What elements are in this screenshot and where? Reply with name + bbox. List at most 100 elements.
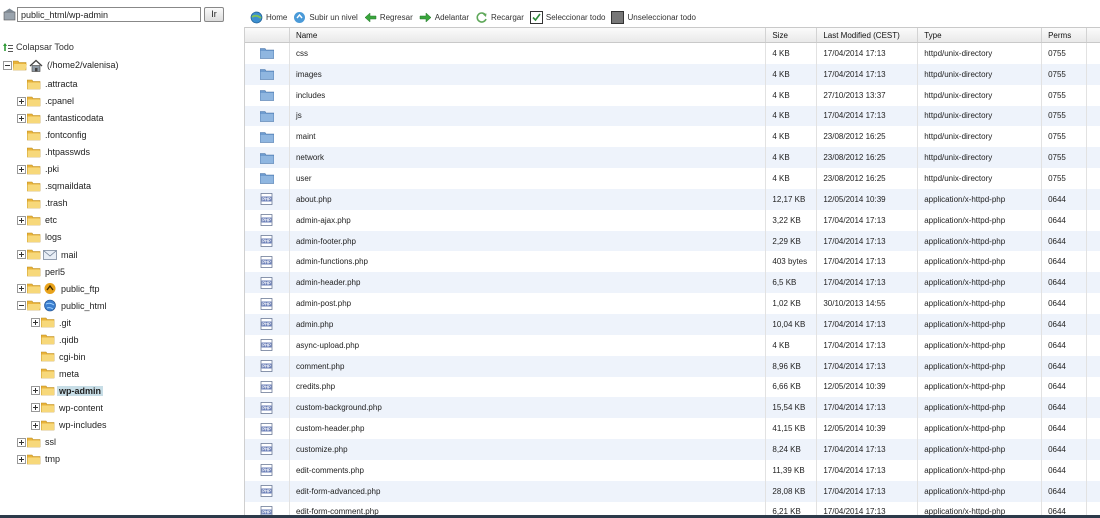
back-button[interactable]: Regresar xyxy=(364,8,413,26)
go-button[interactable]: Ir xyxy=(204,7,224,22)
tree-node-mail[interactable]: mail xyxy=(17,248,80,262)
file-name[interactable]: admin-footer.php xyxy=(290,230,767,252)
tree-node-perl5[interactable]: perl5 xyxy=(17,265,67,279)
file-name[interactable]: admin-header.php xyxy=(290,272,767,294)
tree-node-wp-admin[interactable]: wp-admin xyxy=(31,384,103,398)
file-name[interactable]: custom-header.php xyxy=(290,418,767,440)
table-row[interactable]: images 4 KB 17/04/2014 17:13 httpd/unix-dir… xyxy=(245,63,1100,85)
file-name[interactable]: includes xyxy=(290,84,767,106)
forward-button[interactable]: Adelantar xyxy=(419,8,469,26)
collapse-all-link[interactable]: Colapsar Todo xyxy=(3,41,74,53)
collapse-toggle-icon[interactable] xyxy=(17,301,26,311)
file-name[interactable]: async-upload.php xyxy=(290,334,767,356)
file-name[interactable]: network xyxy=(290,147,767,169)
home-button[interactable]: Home xyxy=(250,8,287,26)
tree-node-public_html[interactable]: public_html xyxy=(17,299,109,313)
expand-toggle-icon[interactable] xyxy=(17,113,26,123)
tree-node-dot-attracta[interactable]: .attracta xyxy=(17,77,80,91)
tree-node-dot-qidb[interactable]: .qidb xyxy=(31,333,81,347)
tree-node-tmp[interactable]: tmp xyxy=(17,452,62,466)
file-name[interactable]: maint xyxy=(290,126,767,148)
tree-node-logs[interactable]: logs xyxy=(17,230,64,244)
file-name[interactable]: js xyxy=(290,105,767,127)
expand-toggle-icon[interactable] xyxy=(31,386,40,396)
tree-node-etc[interactable]: etc xyxy=(17,213,59,227)
table-row[interactable]: PHP credits.php 6,66 KB 12/05/2014 10:39 app… xyxy=(245,376,1100,398)
table-row[interactable]: PHP async-upload.php 4 KB 17/04/2014 17:13 a… xyxy=(245,334,1100,356)
type-icon-cell: PHP xyxy=(245,293,290,314)
table-row[interactable]: maint 4 KB 23/08/2012 16:25 httpd/unix-dire… xyxy=(245,126,1100,148)
tree-node-wp-content[interactable]: wp-content xyxy=(31,401,105,415)
file-name[interactable]: admin.php xyxy=(290,313,767,335)
file-name[interactable]: admin-functions.php xyxy=(290,251,767,273)
file-name[interactable]: admin-ajax.php xyxy=(290,209,767,231)
path-input[interactable] xyxy=(17,7,201,22)
expand-toggle-icon[interactable] xyxy=(17,284,26,294)
table-row[interactable]: PHP edit-comments.php 11,39 KB 17/04/2014 1… xyxy=(245,459,1100,481)
table-row[interactable]: PHP comment.php 8,96 KB 17/04/2014 17:13 app… xyxy=(245,355,1100,377)
tree-node-dot-fontconfig[interactable]: .fontconfig xyxy=(17,128,89,142)
file-name[interactable]: admin-post.php xyxy=(290,293,767,314)
tree-node-cgi-bin[interactable]: cgi-bin xyxy=(31,350,88,364)
table-row[interactable]: PHP about.php 12,17 KB 12/05/2014 10:39 appl… xyxy=(245,188,1100,210)
tree-node-wp-includes[interactable]: wp-includes xyxy=(31,418,109,432)
file-name[interactable]: credits.php xyxy=(290,376,767,398)
expand-toggle-icon[interactable] xyxy=(17,250,26,259)
file-name[interactable]: comment.php xyxy=(290,355,767,377)
expand-toggle-icon[interactable] xyxy=(31,420,40,430)
file-perms: 0644 xyxy=(1042,376,1088,398)
tree-node-dot-fantasticodata[interactable]: .fantasticodata xyxy=(17,111,106,125)
table-row[interactable]: user 4 KB 23/08/2012 16:25 httpd/unix-direc… xyxy=(245,168,1100,189)
table-row[interactable]: PHP edit-form-advanced.php 28,08 KB 17/04/2… xyxy=(245,480,1100,502)
table-row[interactable]: PHP admin-header.php 6,5 KB 17/04/2014 17:1… xyxy=(245,272,1100,294)
table-row[interactable]: PHP admin-post.php 1,02 KB 30/10/2013 14:55… xyxy=(245,293,1100,314)
file-name[interactable]: css xyxy=(290,43,767,64)
reload-button[interactable]: Recargar xyxy=(475,8,524,26)
expand-toggle-icon[interactable] xyxy=(17,164,26,174)
table-row[interactable]: PHP customize.php 8,24 KB 17/04/2014 17:13 a… xyxy=(245,439,1100,460)
tree-node-meta[interactable]: meta xyxy=(31,367,81,381)
tree-node-ssl[interactable]: ssl xyxy=(17,435,58,449)
table-row[interactable]: PHP custom-background.php 15,54 KB 17/04/20… xyxy=(245,397,1100,419)
modified-column-header[interactable]: Last Modified (CEST) xyxy=(817,28,919,42)
file-type: application/x-httpd-php xyxy=(918,293,1043,314)
tree-node-dot-pki[interactable]: .pki xyxy=(17,162,61,176)
file-name[interactable]: edit-form-advanced.php xyxy=(290,480,767,502)
perms-column-header[interactable]: Perms xyxy=(1042,28,1088,42)
collapse-toggle-icon[interactable] xyxy=(3,60,12,70)
tree-node-dot-git[interactable]: .git xyxy=(31,316,73,330)
file-name[interactable]: edit-comments.php xyxy=(290,459,767,481)
size-column-header[interactable]: Size xyxy=(766,28,818,42)
file-name[interactable]: custom-background.php xyxy=(290,397,767,419)
expand-toggle-icon[interactable] xyxy=(17,454,26,464)
expand-toggle-icon[interactable] xyxy=(17,437,26,447)
name-column-header[interactable]: Name xyxy=(290,28,767,42)
expand-toggle-icon[interactable] xyxy=(17,96,26,106)
up-level-button[interactable]: Subir un nivel xyxy=(293,8,358,26)
expand-toggle-icon[interactable] xyxy=(31,403,40,413)
type-column-header[interactable]: Type xyxy=(918,28,1043,42)
tree-node-dot-trash[interactable]: .trash xyxy=(17,196,70,210)
table-row[interactable]: js 4 KB 17/04/2014 17:13 httpd/unix-directo… xyxy=(245,105,1100,127)
table-row[interactable]: PHP admin-ajax.php 3,22 KB 17/04/2014 17:13… xyxy=(245,209,1100,231)
tree-node-dot-cpanel[interactable]: .cpanel xyxy=(17,94,76,108)
select-all-button[interactable]: Seleccionar todo xyxy=(529,8,605,26)
table-row[interactable]: PHP admin.php 10,04 KB 17/04/2014 17:13 appl… xyxy=(245,313,1100,335)
file-name[interactable]: about.php xyxy=(290,188,767,210)
tree-node-public_ftp[interactable]: public_ftp xyxy=(17,282,102,296)
tree-root[interactable]: (/home2/valenisa) xyxy=(3,58,121,72)
table-row[interactable]: PHP admin-functions.php 403 bytes 17/04/201… xyxy=(245,251,1100,273)
tree-node-dot-htpasswds[interactable]: .htpasswds xyxy=(17,145,92,159)
unselect-all-button[interactable]: Unseleccionar todo xyxy=(611,8,696,26)
table-row[interactable]: network 4 KB 23/08/2012 16:25 httpd/unix-di… xyxy=(245,147,1100,169)
file-name[interactable]: customize.php xyxy=(290,439,767,460)
expand-toggle-icon[interactable] xyxy=(31,318,40,328)
table-row[interactable]: PHP custom-header.php 41,15 KB 12/05/2014 1… xyxy=(245,418,1100,440)
expand-toggle-icon[interactable] xyxy=(17,215,26,225)
table-row[interactable]: css 4 KB 17/04/2014 17:13 httpd/unix-direct… xyxy=(245,43,1100,64)
table-row[interactable]: PHP admin-footer.php 2,29 KB 17/04/2014 17:… xyxy=(245,230,1100,252)
table-row[interactable]: includes 4 KB 27/10/2013 13:37 httpd/unix-d… xyxy=(245,84,1100,106)
file-name[interactable]: images xyxy=(290,63,767,85)
tree-node-dot-sqmaildata[interactable]: .sqmaildata xyxy=(17,179,93,193)
file-name[interactable]: user xyxy=(290,168,767,189)
